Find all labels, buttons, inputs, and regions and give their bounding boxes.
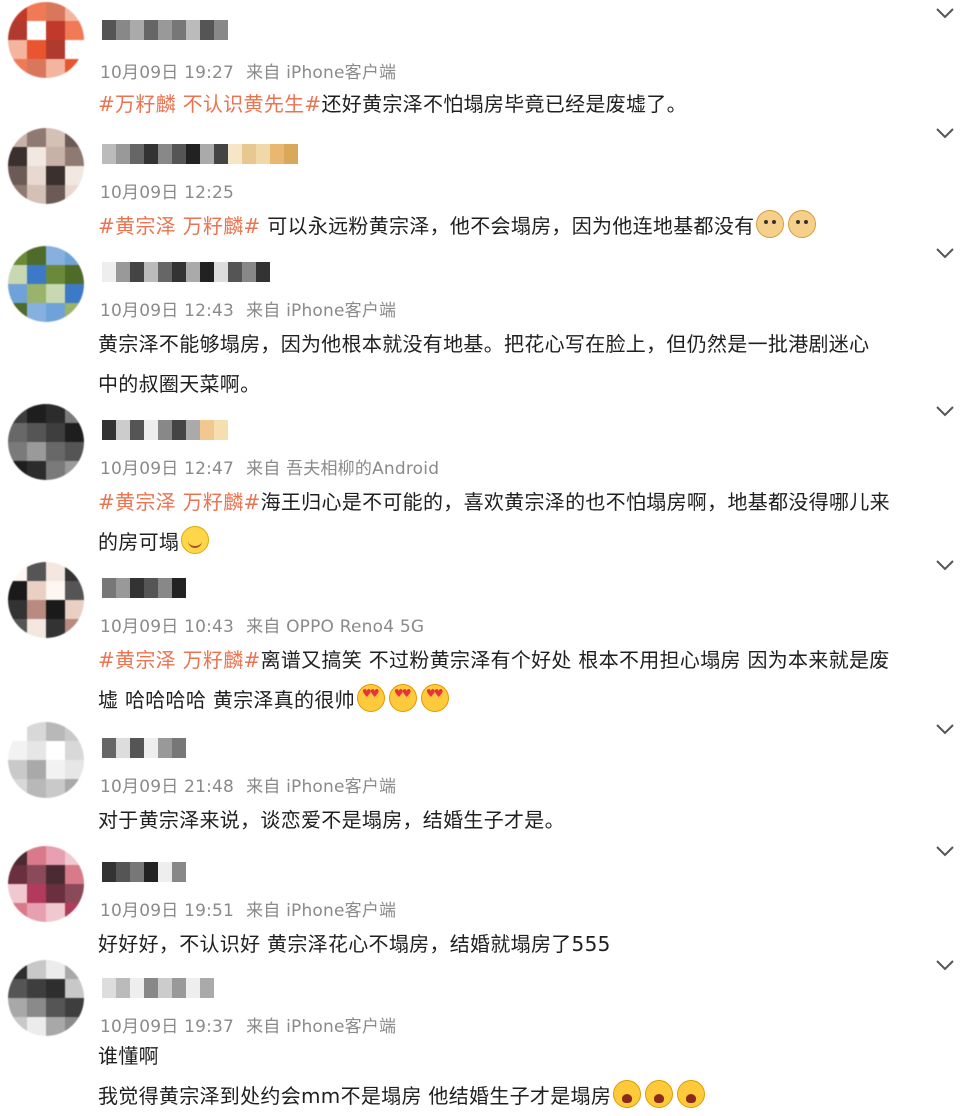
chevron-down-icon[interactable] <box>934 718 956 740</box>
comment-meta: 10月09日 19:51 来自 iPhone客户端 <box>100 896 396 921</box>
comment-text: 谁懂啊我觉得黄宗泽到处约会mm不是塌房 他结婚生子才是塌房 <box>98 1036 950 1116</box>
avatar[interactable] <box>8 2 84 78</box>
comment-source: 来自 iPhone客户端 <box>246 301 397 321</box>
doge-emoji-icon <box>788 210 817 238</box>
comment-meta: 10月09日 19:27 来自 iPhone客户端 <box>100 58 396 83</box>
comment-time: 10月09日 19:51 <box>100 901 235 921</box>
heart-eyes-emoji-icon <box>420 684 449 712</box>
heart-eyes-emoji-icon <box>356 684 385 712</box>
comment-text: 对于黄宗泽来说，谈恋爱不是塌房，结婚生子才是。 <box>98 800 950 840</box>
comment-line-2: 中的叔圈天菜啊。 <box>98 372 261 396</box>
comment-text: #万籽麟 不认识黄先生#还好黄宗泽不怕塌房毕竟已经是废墟了。 <box>98 84 950 124</box>
comment-line-2: 墟 哈哈哈哈 黄宗泽真的很帅 <box>98 688 355 712</box>
username-censored[interactable] <box>102 862 186 884</box>
comment-line-1: 谁懂啊 <box>98 1044 159 1068</box>
comment-text: #黄宗泽 万籽麟# 可以永远粉黄宗泽，他不会塌房，因为他连地基都没有 <box>98 206 950 246</box>
comment-meta: 10月09日 19:37 来自 iPhone客户端 <box>100 1012 396 1037</box>
comment-time: 10月09日 12:43 <box>100 301 235 321</box>
comment-time: 10月09日 10:43 <box>100 617 235 637</box>
comment-time: 10月09日 12:47 <box>100 459 235 479</box>
comment-line-2: 的房可塌 <box>98 530 180 554</box>
comment-line-1: 离谱又搞笑 不过粉黄宗泽有个好处 根本不用担心塌房 因为本来就是废 <box>260 648 890 672</box>
chevron-down-icon[interactable] <box>934 242 956 264</box>
chevron-down-icon[interactable] <box>934 400 956 422</box>
topic-hashtag[interactable]: #黄宗泽 万籽麟# <box>98 214 261 238</box>
crying-emoji-icon <box>645 1080 674 1108</box>
comment-text: #黄宗泽 万籽麟#海王归心是不可能的，喜欢黄宗泽的也不怕塌房啊，地基都没得哪儿来… <box>98 482 950 562</box>
crying-emoji-icon <box>613 1080 642 1108</box>
chevron-down-icon[interactable] <box>934 122 956 144</box>
doge-emoji-icon <box>756 210 785 238</box>
comment-source: 来自 iPhone客户端 <box>246 777 397 797</box>
comment-text: 黄宗泽不能够塌房，因为他根本就没有地基。把花心写在脸上，但仍然是一批港剧迷心 中的… <box>98 324 950 404</box>
comment-line-2: 我觉得黄宗泽到处约会mm不是塌房 他结婚生子才是塌房 <box>98 1084 612 1108</box>
comment-meta: 10月09日 10:43 来自 OPPO Reno4 5G <box>100 612 424 637</box>
chevron-down-icon[interactable] <box>934 554 956 576</box>
avatar[interactable] <box>8 960 84 1036</box>
comment-source: 来自 OPPO Reno4 5G <box>246 617 425 637</box>
comment-meta: 10月09日 12:25 <box>100 178 234 203</box>
username-censored[interactable] <box>102 144 298 166</box>
username-censored[interactable] <box>102 978 214 1000</box>
comment-line-1: 好好好，不认识好 黄宗泽花心不塌房，结婚就塌房了555 <box>98 932 611 956</box>
comment-source: 来自 吾夫相柳的Android <box>246 459 440 479</box>
crying-emoji-icon <box>677 1080 706 1108</box>
comment-meta: 10月09日 12:47 来自 吾夫相柳的Android <box>100 454 439 479</box>
username-censored[interactable] <box>102 578 186 600</box>
chevron-down-icon[interactable] <box>934 2 956 24</box>
chevron-down-icon[interactable] <box>934 840 956 862</box>
comment-meta: 10月09日 12:43 来自 iPhone客户端 <box>100 296 396 321</box>
username-censored[interactable] <box>102 738 186 760</box>
topic-hashtag[interactable]: #黄宗泽 万籽麟# <box>98 648 261 672</box>
topic-hashtag[interactable]: #黄宗泽 万籽麟# <box>98 490 261 514</box>
comment-time: 10月09日 19:37 <box>100 1017 235 1037</box>
comment-line-1: 海王归心是不可能的，喜欢黄宗泽的也不怕塌房啊，地基都没得哪儿来 <box>260 490 890 514</box>
avatar[interactable] <box>8 404 84 480</box>
avatar[interactable] <box>8 562 84 638</box>
comment-line-1: 对于黄宗泽来说，谈恋爱不是塌房，结婚生子才是。 <box>98 808 565 832</box>
comment-source: 来自 iPhone客户端 <box>246 901 397 921</box>
comment-time: 10月09日 12:25 <box>100 183 235 203</box>
username-censored[interactable] <box>102 20 228 42</box>
comment-source: 来自 iPhone客户端 <box>246 63 397 83</box>
username-censored[interactable] <box>102 420 228 442</box>
comment-time: 10月09日 21:48 <box>100 777 235 797</box>
username-censored[interactable] <box>102 262 270 284</box>
comment-meta: 10月09日 21:48 来自 iPhone客户端 <box>100 772 396 797</box>
comment-line-1: 还好黄宗泽不怕塌房毕竟已经是废墟了。 <box>321 92 687 116</box>
avatar[interactable] <box>8 128 84 204</box>
comment-line-1: 可以永远粉黄宗泽，他不会塌房，因为他连地基都没有 <box>260 214 755 238</box>
comment-text: 好好好，不认识好 黄宗泽花心不塌房，结婚就塌房了555 <box>98 924 950 964</box>
heart-eyes-emoji-icon <box>388 684 417 712</box>
avatar[interactable] <box>8 246 84 322</box>
chevron-down-icon[interactable] <box>934 954 956 976</box>
comment-line-1: 黄宗泽不能够塌房，因为他根本就没有地基。把花心写在脸上，但仍然是一批港剧迷心 <box>98 332 870 356</box>
comment-time: 10月09日 19:27 <box>100 63 235 83</box>
comment-source: 来自 iPhone客户端 <box>246 1017 397 1037</box>
topic-hashtag[interactable]: #万籽麟 不认识黄先生# <box>98 92 321 116</box>
comment-text: #黄宗泽 万籽麟#离谱又搞笑 不过粉黄宗泽有个好处 根本不用担心塌房 因为本来就… <box>98 640 950 720</box>
avatar[interactable] <box>8 846 84 922</box>
smile-emoji-icon <box>181 526 210 554</box>
avatar[interactable] <box>8 722 84 798</box>
